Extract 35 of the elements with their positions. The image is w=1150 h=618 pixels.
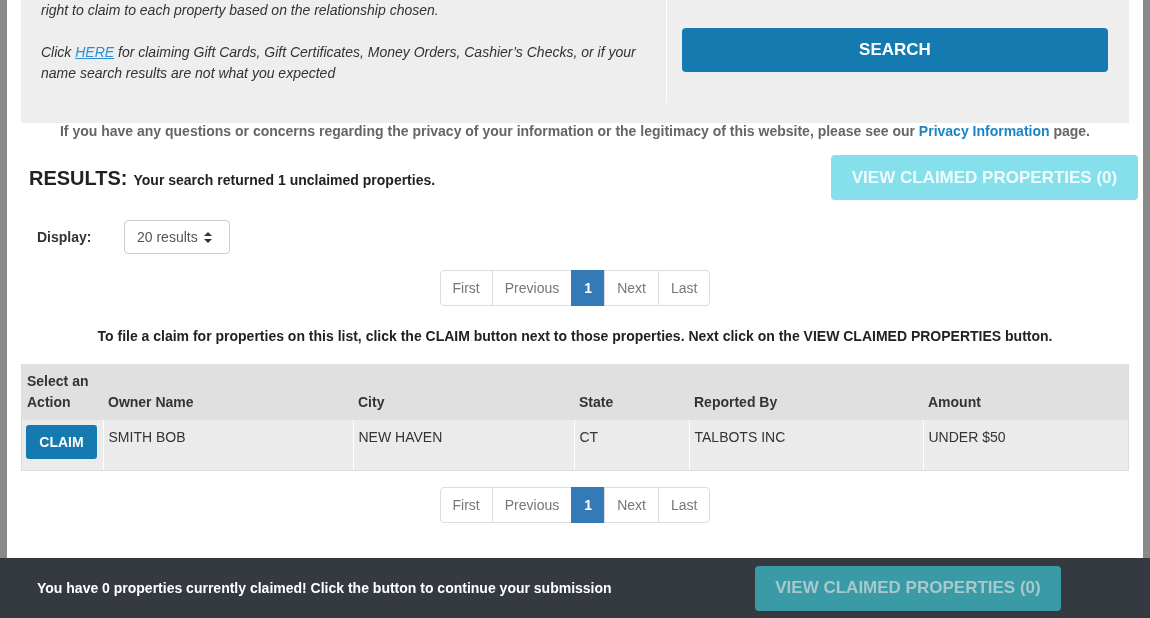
page-link[interactable]: Last: [658, 270, 711, 306]
page-link[interactable]: Last: [658, 487, 711, 523]
column-header: Reported By: [689, 365, 923, 420]
results-dropdown[interactable]: 20 results: [124, 220, 230, 254]
table-cell: UNDER $50: [923, 420, 1128, 470]
claim-instructions: To file a claim for properties on this list, click the CLAIM button next to those properties. Next click on the VIEW CLAIMED PROPERTIES button.: [96, 327, 1054, 346]
column-header: State: [574, 365, 689, 420]
page-link[interactable]: Next: [604, 487, 659, 523]
results-heading: RESULTS:: [29, 165, 128, 191]
page-link[interactable]: Previous: [491, 270, 573, 306]
table-cell: TALBOTS INC: [689, 420, 923, 470]
table-cell: NEW HAVEN: [353, 420, 574, 470]
claim-button[interactable]: CLAIM: [26, 425, 97, 459]
column-header: Amount: [923, 365, 1128, 420]
sort-caret-icon: [203, 231, 212, 243]
page-link[interactable]: 1: [571, 487, 606, 523]
here-link[interactable]: HERE: [75, 44, 115, 60]
table-cell: CT: [574, 420, 689, 470]
privacy-link[interactable]: Privacy Information: [918, 123, 1050, 139]
results-summary: Your search returned 1 unclaimed properties.: [133, 170, 436, 190]
page-link[interactable]: 1: [571, 270, 606, 306]
gift-card-notice: Click HERE for claiming Gift Cards, Gift Certificates, Money Orders, Cashier’s Checks, or if your name search results are not what you expected: [41, 43, 637, 83]
page-link[interactable]: First: [439, 487, 493, 523]
column-header: Owner Name: [103, 365, 353, 420]
claim-rights-text: right to claim to each property based on the relationship chosen.: [41, 1, 440, 20]
display-label: Display:: [37, 227, 93, 247]
column-header: City: [353, 365, 574, 420]
column-header: Select an Action: [22, 365, 103, 420]
page-link[interactable]: First: [439, 270, 493, 306]
page-link[interactable]: Previous: [491, 487, 573, 523]
table-cell: SMITH BOB: [103, 420, 353, 470]
search-button[interactable]: SEARCH: [682, 28, 1108, 72]
privacy-notice: If you have any questions or concerns regarding the privacy of your information or the legitimacy of this website, please see our Privacy Information page.: [58, 122, 1091, 140]
claimed-status-message: You have 0 properties currently claimed! Click the button to continue your submission: [37, 578, 613, 598]
page-link[interactable]: Next: [604, 270, 659, 306]
